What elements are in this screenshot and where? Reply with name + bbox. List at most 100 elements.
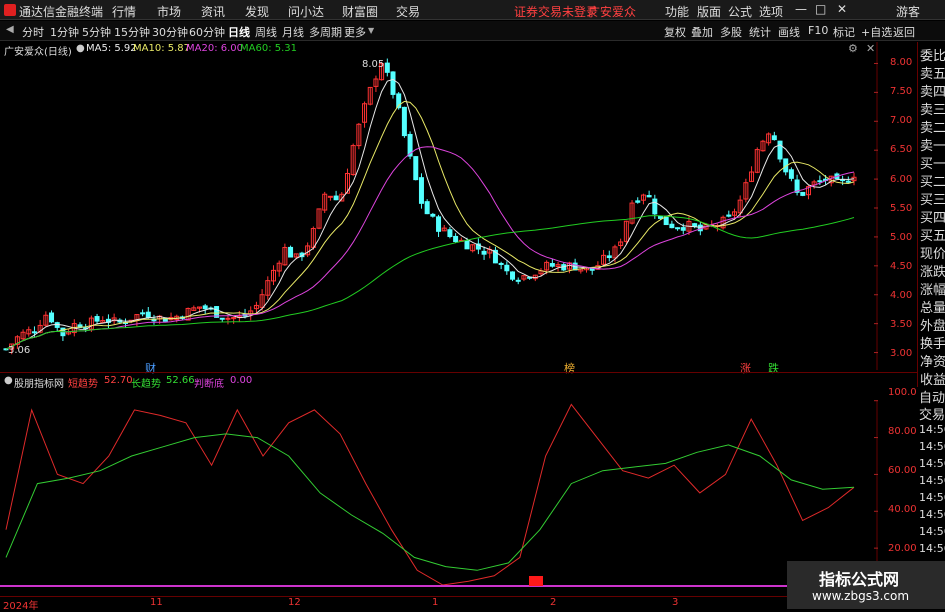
side-item-9[interactable]: 买四: [920, 207, 945, 226]
candle-body: [390, 71, 396, 95]
indicator-toggle-icon[interactable]: ●: [4, 375, 13, 386]
side-item-8[interactable]: 买三: [920, 189, 945, 208]
btn-f10[interactable]: F10: [808, 24, 828, 37]
candle-body: [31, 331, 37, 334]
side-item-15[interactable]: 外盘: [920, 315, 945, 334]
btn-tongji[interactable]: 统计: [749, 24, 771, 40]
indicator-name[interactable]: 股朋指标网: [14, 375, 64, 390]
menu-caifuquan[interactable]: 财富圈: [342, 3, 378, 20]
ma60-line: [5, 215, 855, 350]
max-price-label: 8.05: [362, 59, 385, 70]
btn-fanhui[interactable]: 返回: [893, 24, 915, 40]
candle-body: [464, 239, 470, 250]
period-daily[interactable]: 日线: [228, 24, 250, 40]
login-status[interactable]: 证券交易未登录: [514, 3, 598, 20]
toolbar-arrow-icon[interactable]: ◀: [6, 24, 14, 35]
menu-jiaoyi[interactable]: 交易: [396, 3, 420, 20]
period-more[interactable]: 更多: [344, 24, 366, 40]
more-dropdown-icon[interactable]: ▼: [368, 26, 374, 35]
btn-huaxian[interactable]: 画线: [778, 24, 800, 40]
time-item: 14:56: [919, 474, 945, 487]
candle-body: [680, 227, 686, 231]
period-monthly[interactable]: 月线: [282, 24, 304, 40]
time-item: 14:56: [919, 457, 945, 470]
user-guest[interactable]: 游客: [896, 3, 920, 20]
menu-xuanxiang[interactable]: 选项: [759, 3, 783, 20]
time-item: 14:56: [919, 423, 945, 436]
candle-body: [510, 271, 516, 280]
menu-faxian[interactable]: 发现: [245, 3, 269, 20]
side-item-13[interactable]: 涨幅: [920, 279, 945, 298]
period-1min[interactable]: 1分钟: [50, 24, 79, 40]
candle-body: [692, 223, 698, 227]
side-item-1[interactable]: 卖五: [920, 63, 945, 82]
x-tick: 1: [432, 597, 439, 608]
btn-zixuan[interactable]: +自选: [861, 24, 892, 40]
y-tick: 4.00: [890, 290, 913, 301]
period-60min[interactable]: 60分钟: [189, 24, 225, 40]
side-item-0[interactable]: 委比: [920, 45, 945, 64]
menu-gongneng[interactable]: 功能: [665, 3, 689, 20]
btn-biaoji[interactable]: 标记: [833, 24, 855, 40]
side-item-2[interactable]: 卖四: [920, 81, 945, 100]
long-trend-value: 52.66: [166, 375, 195, 386]
period-15min[interactable]: 15分钟: [114, 24, 150, 40]
menu-shichang[interactable]: 市场: [157, 3, 181, 20]
candle-body: [771, 135, 777, 141]
candle-body: [515, 279, 521, 282]
y-tick: 7.50: [890, 86, 913, 97]
side-item-12[interactable]: 涨跌: [920, 261, 945, 280]
candle-body: [327, 195, 333, 198]
candle-body: [219, 317, 225, 320]
btn-duogu[interactable]: 多股: [720, 24, 742, 40]
ma5-line: [5, 78, 855, 350]
period-fenshi[interactable]: 分时: [22, 24, 44, 40]
side-item-17[interactable]: 净资: [920, 351, 945, 370]
side-item-5[interactable]: 卖一: [920, 135, 945, 154]
menu-wenxiaoda[interactable]: 问小达: [288, 3, 324, 20]
side-item-14[interactable]: 总量: [920, 297, 945, 316]
auto-trade-2[interactable]: 交易: [919, 404, 945, 423]
x-tick: 12: [288, 597, 301, 608]
candle-body: [646, 195, 652, 198]
period-5min[interactable]: 5分钟: [82, 24, 111, 40]
btn-diejia[interactable]: 叠加: [691, 24, 713, 40]
side-item-16[interactable]: 换手: [920, 333, 945, 352]
watermark-title: 指标公式网: [819, 570, 900, 589]
candle-body: [49, 312, 55, 323]
x-tick: 2024年: [3, 601, 39, 612]
ind-y-tick: 20.00: [888, 543, 917, 554]
candle-body: [788, 169, 794, 179]
side-item-4[interactable]: 卖二: [920, 117, 945, 136]
time-item: 14:56: [919, 491, 945, 504]
time-item: 14:56: [919, 440, 945, 453]
side-item-3[interactable]: 卖三: [920, 99, 945, 118]
period-toolbar: ◀ 分时 1分钟 5分钟 15分钟 30分钟 60分钟 日线 周线 月线 多周期…: [0, 21, 945, 41]
period-multi[interactable]: 多周期: [309, 24, 342, 40]
time-item: 14:56: [919, 542, 945, 555]
candle-body: [430, 213, 436, 217]
y-tick: 6.00: [890, 174, 913, 185]
menu-hangqing[interactable]: 行情: [112, 3, 136, 20]
candlestick-chart[interactable]: [0, 42, 878, 370]
period-weekly[interactable]: 周线: [255, 24, 277, 40]
window-max-icon[interactable]: □: [815, 2, 826, 16]
side-item-11[interactable]: 现价: [920, 243, 945, 262]
btn-fuquan[interactable]: 复权: [664, 24, 686, 40]
side-item-6[interactable]: 买一: [920, 153, 945, 172]
y-tick: 5.00: [890, 232, 913, 243]
y-tick: 7.00: [890, 115, 913, 126]
menu-gongshi[interactable]: 公式: [728, 3, 752, 20]
y-tick: 8.00: [890, 57, 913, 68]
window-close-icon[interactable]: ✕: [837, 2, 847, 16]
indicator-chart[interactable]: [0, 400, 878, 596]
side-item-10[interactable]: 买五: [920, 225, 945, 244]
window-min-icon[interactable]: —: [795, 2, 807, 16]
y-tick: 4.50: [890, 261, 913, 272]
side-item-7[interactable]: 买二: [920, 171, 945, 190]
menu-zixun[interactable]: 资讯: [201, 3, 225, 20]
candle-body: [635, 200, 641, 203]
menu-banmian[interactable]: 版面: [697, 3, 721, 20]
period-30min[interactable]: 30分钟: [152, 24, 188, 40]
side-item-18[interactable]: 收益: [920, 369, 945, 388]
